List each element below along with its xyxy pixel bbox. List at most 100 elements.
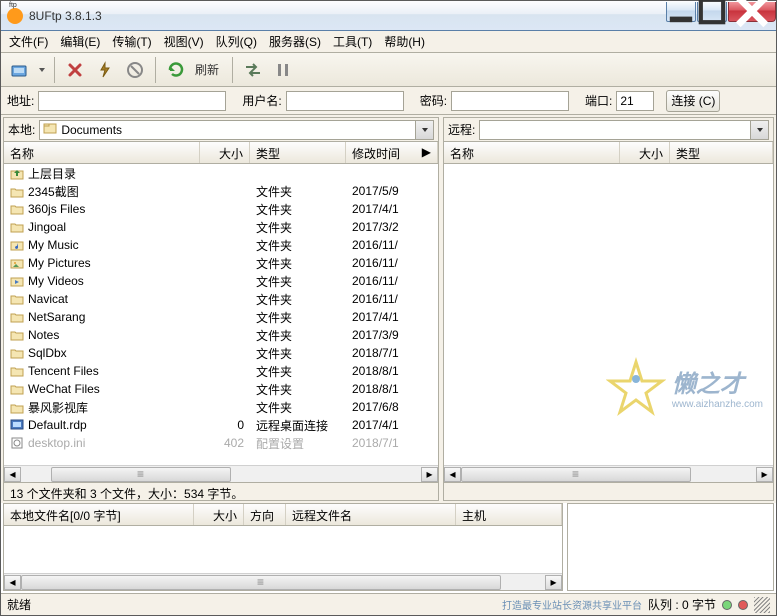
watermark-url: www.aizhanzhe.com	[672, 399, 763, 410]
scroll-right-icon[interactable]: ▸	[545, 575, 562, 590]
cancel-icon[interactable]	[62, 57, 88, 83]
resize-grip-icon[interactable]	[754, 597, 770, 613]
queue-area: 本地文件名[0/0 字节] 大小 方向 远程文件名 主机 ◂ ≡ ▸	[3, 503, 774, 591]
footer-text: 打造最专业站长资源共享业平台	[502, 597, 642, 612]
scroll-thumb[interactable]: ≡	[21, 575, 501, 590]
table-row[interactable]: desktop.ini402配置设置2018/7/1	[4, 434, 438, 452]
folder-icon	[10, 293, 24, 305]
minimize-button[interactable]	[666, 2, 696, 22]
folder-icon	[10, 311, 24, 323]
app-icon	[7, 8, 23, 24]
stop-icon[interactable]	[122, 57, 148, 83]
table-row[interactable]: 暴风影视库文件夹2017/6/8	[4, 398, 438, 416]
local-hscroll[interactable]: ◂ ≡ ▸	[4, 465, 438, 482]
col-name[interactable]: 名称	[444, 142, 620, 163]
scroll-left-icon[interactable]: ◂	[4, 467, 21, 482]
status-queue: 队列 : 0 字节	[648, 596, 716, 613]
separator	[54, 57, 55, 83]
folder-icon	[10, 329, 24, 341]
table-row[interactable]: SqlDbx文件夹2018/7/1	[4, 344, 438, 362]
local-path-value: Documents	[61, 123, 122, 137]
reconnect-icon[interactable]	[92, 57, 118, 83]
table-row[interactable]: Navicat文件夹2016/11/	[4, 290, 438, 308]
connect-dropdown[interactable]	[37, 66, 47, 74]
log-body[interactable]	[568, 504, 773, 590]
menu-file[interactable]: 文件(F)	[3, 31, 54, 52]
table-row[interactable]: Jingoal文件夹2017/3/2	[4, 218, 438, 236]
local-grid-body[interactable]: 上层目录2345截图文件夹2017/5/9360js Files文件夹2017/…	[4, 164, 438, 465]
col-type[interactable]: 类型	[250, 142, 346, 163]
qcol-remote[interactable]: 远程文件名	[286, 504, 456, 525]
remote-path-combo[interactable]	[479, 120, 769, 140]
address-label: 地址:	[7, 92, 34, 109]
scroll-right-icon[interactable]: ▸	[421, 467, 438, 482]
local-path-combo[interactable]: Documents	[39, 120, 434, 140]
led-green-icon	[722, 600, 732, 610]
username-input[interactable]	[286, 91, 404, 111]
refresh-icon[interactable]	[163, 57, 189, 83]
queue-hscroll[interactable]: ◂ ≡ ▸	[4, 573, 562, 590]
scroll-right-icon[interactable]: ▸	[756, 467, 773, 482]
menu-edit[interactable]: 编辑(E)	[54, 31, 106, 52]
table-row[interactable]: Notes文件夹2017/3/9	[4, 326, 438, 344]
up-icon	[10, 168, 24, 180]
col-type[interactable]: 类型	[670, 142, 773, 163]
table-row[interactable]: My Videos文件夹2016/11/	[4, 272, 438, 290]
table-row[interactable]: Default.rdp0远程桌面连接2017/4/1	[4, 416, 438, 434]
menu-server[interactable]: 服务器(S)	[263, 31, 327, 52]
queue-body[interactable]	[4, 526, 562, 573]
connection-bar: 地址: 用户名: 密码: 端口: 连接 (C)	[1, 87, 776, 115]
pause-icon[interactable]	[270, 57, 296, 83]
local-pane: 本地: Documents 名称 大小 类型 修改时间 ▶ 上层目录2345截图…	[3, 117, 439, 501]
qcol-size[interactable]: 大小	[194, 504, 244, 525]
menu-transfer[interactable]: 传输(T)	[106, 31, 157, 52]
scroll-thumb[interactable]: ≡	[461, 467, 691, 482]
table-row[interactable]: 上层目录	[4, 164, 438, 182]
port-input[interactable]	[616, 91, 654, 111]
menu-tools[interactable]: 工具(T)	[327, 31, 378, 52]
col-mtime[interactable]: 修改时间 ▶	[346, 142, 438, 163]
folder-icon	[10, 365, 24, 377]
col-name[interactable]: 名称	[4, 142, 200, 163]
menu-help[interactable]: 帮助(H)	[378, 31, 431, 52]
qcol-local[interactable]: 本地文件名[0/0 字节]	[4, 504, 194, 525]
table-row[interactable]: My Pictures文件夹2016/11/	[4, 254, 438, 272]
address-input[interactable]	[38, 91, 226, 111]
table-row[interactable]: Tencent Files文件夹2018/8/1	[4, 362, 438, 380]
password-input[interactable]	[451, 91, 569, 111]
maximize-button[interactable]	[697, 2, 727, 22]
col-size[interactable]: 大小	[620, 142, 670, 163]
local-label: 本地:	[8, 121, 35, 138]
close-button[interactable]	[728, 2, 776, 22]
scroll-thumb[interactable]: ≡	[51, 467, 231, 482]
table-row[interactable]: NetSarang文件夹2017/4/1	[4, 308, 438, 326]
remote-hscroll[interactable]: ◂ ≡ ▸	[444, 465, 773, 482]
connect-button[interactable]: 连接 (C)	[666, 90, 720, 112]
combo-dropdown-icon[interactable]	[415, 121, 433, 139]
folder-icon	[10, 347, 24, 359]
scroll-left-icon[interactable]: ◂	[4, 575, 21, 590]
table-row[interactable]: 2345截图文件夹2017/5/9	[4, 182, 438, 200]
scroll-left-icon[interactable]: ◂	[444, 467, 461, 482]
documents-icon	[43, 122, 57, 137]
remote-grid-body[interactable]: 懒之才 www.aizhanzhe.com	[444, 164, 773, 465]
table-row[interactable]: My Music文件夹2016/11/	[4, 236, 438, 254]
combo-dropdown-icon[interactable]	[750, 121, 768, 139]
table-row[interactable]: 360js Files文件夹2017/4/1	[4, 200, 438, 218]
queue-header: 本地文件名[0/0 字节] 大小 方向 远程文件名 主机	[4, 504, 562, 526]
remote-grid-header: 名称 大小 类型	[444, 142, 773, 164]
menu-queue[interactable]: 队列(Q)	[210, 31, 263, 52]
remote-pane: 远程: 名称 大小 类型 懒之才 www.aizhanzhe.com	[443, 117, 774, 501]
menu-view[interactable]: 视图(V)	[158, 31, 210, 52]
separator	[232, 57, 233, 83]
transfer-mode-icon[interactable]	[240, 57, 266, 83]
menubar: 文件(F) 编辑(E) 传输(T) 视图(V) 队列(Q) 服务器(S) 工具(…	[1, 31, 776, 53]
qcol-dir[interactable]: 方向	[244, 504, 286, 525]
local-path-row: 本地: Documents	[4, 118, 438, 142]
qcol-host[interactable]: 主机	[456, 504, 562, 525]
username-label: 用户名:	[242, 92, 281, 109]
separator	[155, 57, 156, 83]
connect-icon[interactable]	[7, 57, 33, 83]
col-size[interactable]: 大小	[200, 142, 250, 163]
table-row[interactable]: WeChat Files文件夹2018/8/1	[4, 380, 438, 398]
